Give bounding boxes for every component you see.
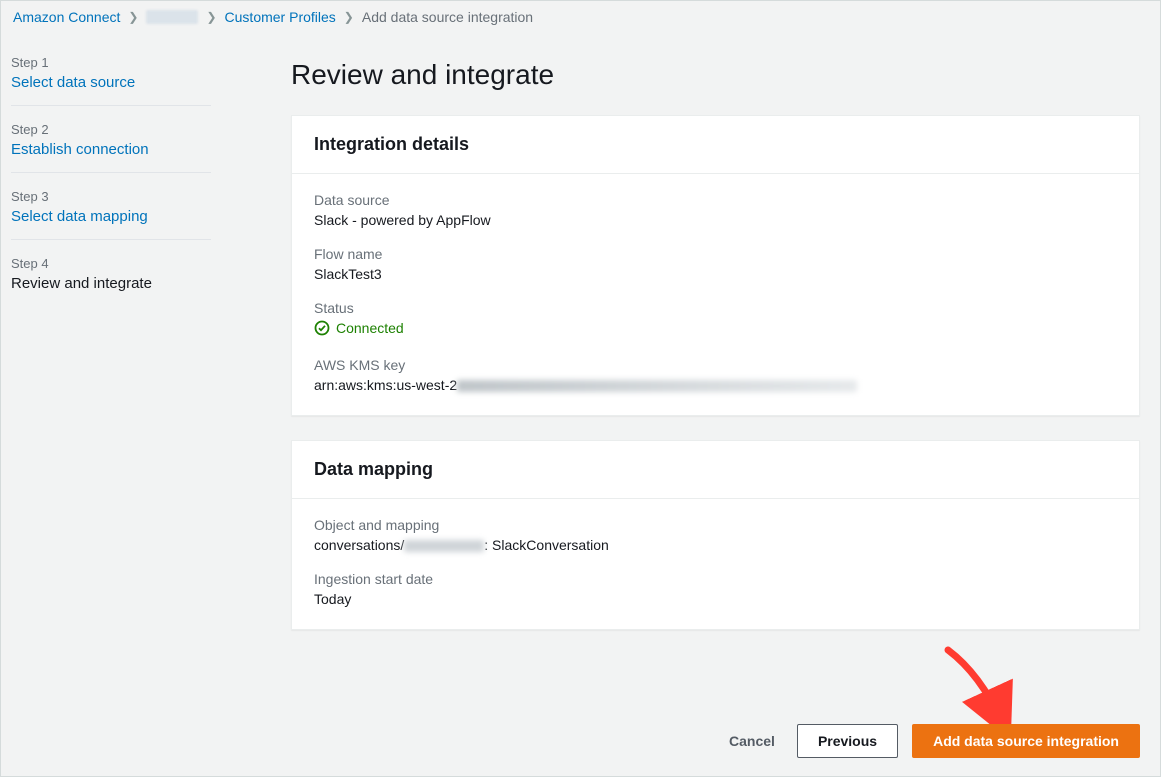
previous-button[interactable]: Previous	[797, 724, 898, 758]
step-label: Step 4	[11, 256, 211, 271]
breadcrumb-section[interactable]: Customer Profiles	[225, 9, 336, 25]
object-mapping-label: Object and mapping	[314, 517, 1117, 533]
breadcrumb-root[interactable]: Amazon Connect	[13, 9, 120, 25]
object-id-redacted	[404, 540, 484, 552]
step-title[interactable]: Establish connection	[11, 141, 211, 158]
panel-header: Data mapping	[292, 441, 1139, 499]
wizard-steps: Step 1 Select data source Step 2 Establi…	[1, 33, 221, 774]
chevron-right-icon: ❯	[344, 10, 354, 24]
wizard-step-2[interactable]: Step 2 Establish connection	[11, 116, 211, 173]
object-mapping-value: conversations/: SlackConversation	[314, 537, 1117, 553]
step-title: Review and integrate	[11, 275, 211, 292]
step-label: Step 1	[11, 55, 211, 70]
wizard-actions: Cancel Previous Add data source integrat…	[721, 724, 1140, 758]
status-label: Status	[314, 300, 1117, 316]
wizard-step-3[interactable]: Step 3 Select data mapping	[11, 183, 211, 240]
step-label: Step 3	[11, 189, 211, 204]
breadcrumb: Amazon Connect ❯ ❯ Customer Profiles ❯ A…	[1, 1, 1160, 33]
step-label: Step 2	[11, 122, 211, 137]
breadcrumb-current: Add data source integration	[362, 9, 533, 25]
data-source-value: Slack - powered by AppFlow	[314, 212, 1117, 228]
status-text: Connected	[336, 320, 404, 336]
check-circle-icon	[314, 320, 330, 336]
cancel-button[interactable]: Cancel	[721, 727, 783, 755]
kms-key-value: arn:aws:kms:us-west-2	[314, 377, 1117, 393]
ingestion-date-label: Ingestion start date	[314, 571, 1117, 587]
wizard-step-1[interactable]: Step 1 Select data source	[11, 49, 211, 106]
kms-key-label: AWS KMS key	[314, 357, 1117, 373]
kms-key-redacted	[457, 380, 857, 392]
data-mapping-panel: Data mapping Object and mapping conversa…	[291, 440, 1140, 630]
data-source-label: Data source	[314, 192, 1117, 208]
chevron-right-icon: ❯	[128, 10, 138, 24]
add-data-source-integration-button[interactable]: Add data source integration	[912, 724, 1140, 758]
panel-header: Integration details	[292, 116, 1139, 174]
step-title[interactable]: Select data mapping	[11, 208, 211, 225]
breadcrumb-instance-redacted[interactable]	[146, 10, 198, 24]
status-badge: Connected	[314, 320, 404, 336]
flow-name-value: SlackTest3	[314, 266, 1117, 282]
step-title[interactable]: Select data source	[11, 74, 211, 91]
integration-details-panel: Integration details Data source Slack - …	[291, 115, 1140, 416]
ingestion-date-value: Today	[314, 591, 1117, 607]
page-title: Review and integrate	[291, 59, 1140, 91]
flow-name-label: Flow name	[314, 246, 1117, 262]
main-content: Review and integrate Integration details…	[221, 33, 1160, 774]
chevron-right-icon: ❯	[206, 10, 216, 24]
wizard-step-4: Step 4 Review and integrate	[11, 250, 211, 306]
app-frame: Amazon Connect ❯ ❯ Customer Profiles ❯ A…	[0, 0, 1161, 777]
